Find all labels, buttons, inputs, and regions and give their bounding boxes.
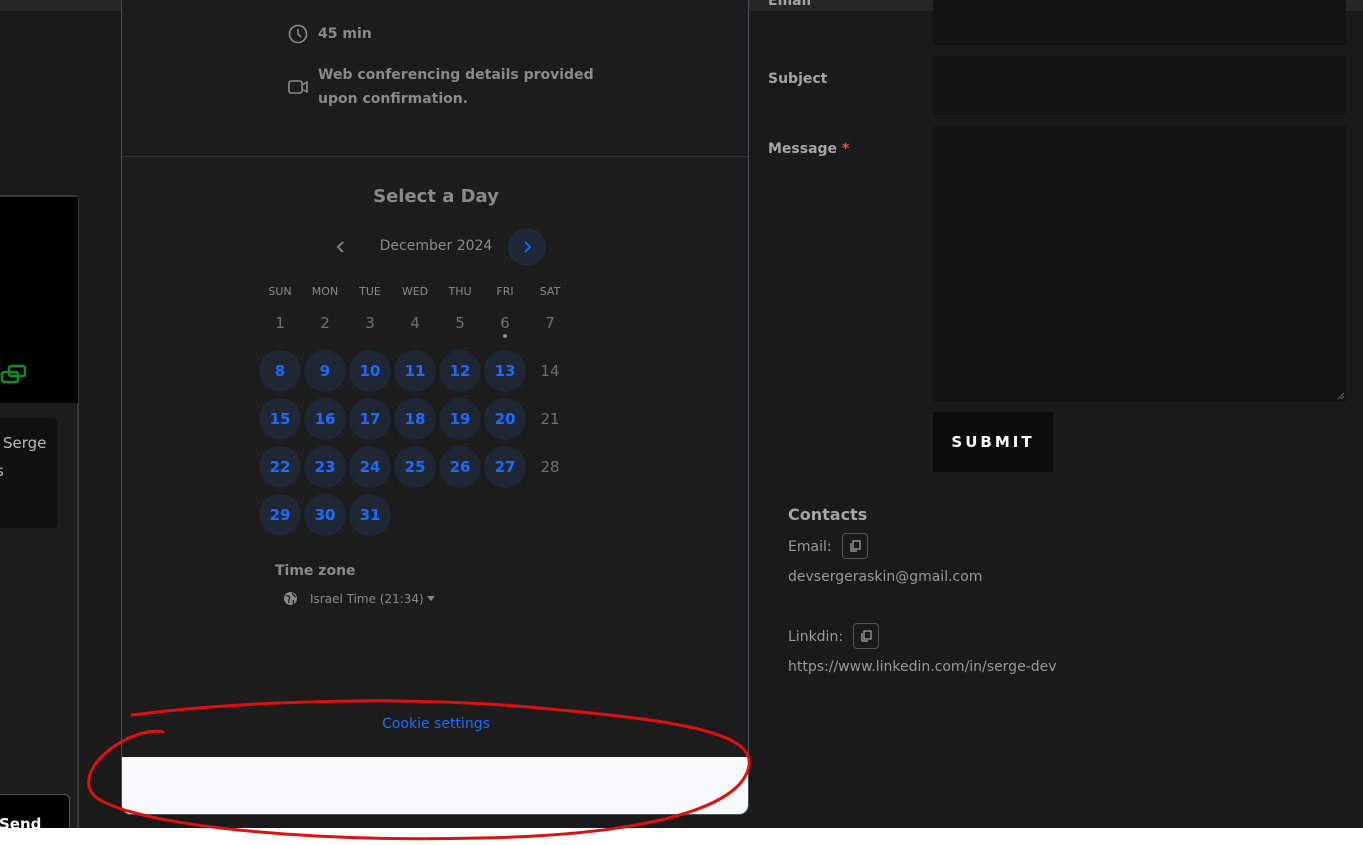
- conferencing-row: Web conferencing details provided upon c…: [287, 63, 594, 111]
- conferencing-text-line2: upon confirmation.: [318, 91, 469, 107]
- month-label: December 2024: [379, 238, 493, 254]
- subject-label: Subject: [768, 71, 828, 87]
- weekday-fri: FRI: [496, 285, 514, 298]
- cookie-settings-link[interactable]: Cookie settings: [122, 716, 748, 732]
- calendar-day-19[interactable]: 19: [439, 398, 481, 440]
- today-indicator-dot: [503, 334, 507, 338]
- submit-button[interactable]: SUBMIT: [933, 412, 1053, 472]
- clock-icon: [288, 24, 308, 44]
- duration-text: 45 min: [318, 26, 372, 42]
- previous-month-button[interactable]: [322, 228, 360, 266]
- calendar-day-28: 28: [540, 458, 560, 476]
- calendar-day-9[interactable]: 9: [304, 350, 346, 392]
- calendar-day-25[interactable]: 25: [394, 446, 436, 488]
- chat-message-text: Serge: [3, 434, 47, 452]
- chat-message-text-2: s: [0, 462, 4, 480]
- contacts-title: Contacts: [788, 505, 868, 524]
- chat-link-icon: [0, 364, 26, 384]
- calendar-day-12[interactable]: 12: [439, 350, 481, 392]
- divider: [122, 156, 748, 157]
- weekday-tue: TUE: [359, 285, 381, 298]
- contact-email-value[interactable]: devsergeraskin@gmail.com: [788, 569, 982, 585]
- calendar-day-20[interactable]: 20: [484, 398, 526, 440]
- month-navigation: December 2024: [322, 228, 562, 266]
- calendar-day-30[interactable]: 30: [304, 494, 346, 536]
- video-camera-icon: [288, 80, 308, 94]
- scheduling-panel: 45 min Web conferencing details provided…: [121, 0, 749, 815]
- calendar-day-14: 14: [540, 362, 560, 380]
- chevron-right-icon: [524, 241, 532, 253]
- calendar-day-2: 2: [320, 314, 330, 332]
- calendar-day-17[interactable]: 17: [349, 398, 391, 440]
- contact-linkedin-label: Linkdin:: [788, 629, 844, 645]
- weekday-sat: SAT: [539, 285, 561, 298]
- page-bottom-strip: [0, 828, 1363, 845]
- calendar-day-16[interactable]: 16: [304, 398, 346, 440]
- message-field[interactable]: [933, 126, 1346, 401]
- duration-row: 45 min: [287, 23, 372, 45]
- calendar-day-7: 7: [545, 314, 555, 332]
- email-field[interactable]: [933, 0, 1346, 45]
- calendar-day-29[interactable]: 29: [259, 494, 301, 536]
- calendar-day-24[interactable]: 24: [349, 446, 391, 488]
- weekday-mon: MON: [311, 285, 339, 298]
- weekday-wed: WED: [401, 285, 429, 298]
- calendar-day-22[interactable]: 22: [259, 446, 301, 488]
- timezone-selector[interactable]: Israel Time (21:34): [283, 591, 435, 606]
- calendar-day-18[interactable]: 18: [394, 398, 436, 440]
- calendar-day-5: 5: [455, 314, 465, 332]
- calendar-day-27[interactable]: 27: [484, 446, 526, 488]
- calendar-day-1: 1: [275, 314, 285, 332]
- calendar-day-10[interactable]: 10: [349, 350, 391, 392]
- calendar-day-26[interactable]: 26: [439, 446, 481, 488]
- copy-icon: [861, 630, 872, 642]
- caret-down-icon: [426, 595, 435, 601]
- calendar-day-23[interactable]: 23: [304, 446, 346, 488]
- weekday-thu: THU: [448, 285, 472, 298]
- calendar-day-11[interactable]: 11: [394, 350, 436, 392]
- timezone-label: Time zone: [275, 563, 356, 579]
- weekday-sun: SUN: [268, 285, 292, 298]
- required-asterisk: *: [841, 141, 850, 157]
- next-month-button[interactable]: [508, 228, 546, 266]
- subject-field[interactable]: [933, 56, 1346, 115]
- select-day-title: Select a Day: [373, 186, 499, 207]
- copy-icon: [850, 540, 861, 552]
- calendar-day-8[interactable]: 8: [259, 350, 301, 392]
- contact-linkedin-value[interactable]: https://www.linkedin.com/in/serge-dev: [788, 659, 1057, 675]
- calendar-day-13[interactable]: 13: [484, 350, 526, 392]
- copy-email-button[interactable]: [842, 533, 868, 559]
- email-label: Email: [768, 0, 812, 9]
- globe-icon: [284, 592, 297, 605]
- panel-footer-blank: [122, 757, 748, 814]
- calendar-day-21: 21: [540, 410, 560, 428]
- timezone-value: Israel Time (21:34): [310, 591, 424, 606]
- calendar-day-15[interactable]: 15: [259, 398, 301, 440]
- chevron-left-icon: [336, 241, 344, 253]
- calendar-day-4: 4: [410, 314, 420, 332]
- resize-handle-icon[interactable]: [1337, 392, 1345, 400]
- conferencing-text-line1: Web conferencing details provided: [318, 67, 594, 83]
- calendar-day-31[interactable]: 31: [349, 494, 391, 536]
- contact-email-label: Email:: [788, 539, 832, 555]
- copy-linkedin-button[interactable]: [853, 623, 879, 649]
- message-label: Message *: [768, 141, 850, 157]
- calendar-day-3: 3: [365, 314, 375, 332]
